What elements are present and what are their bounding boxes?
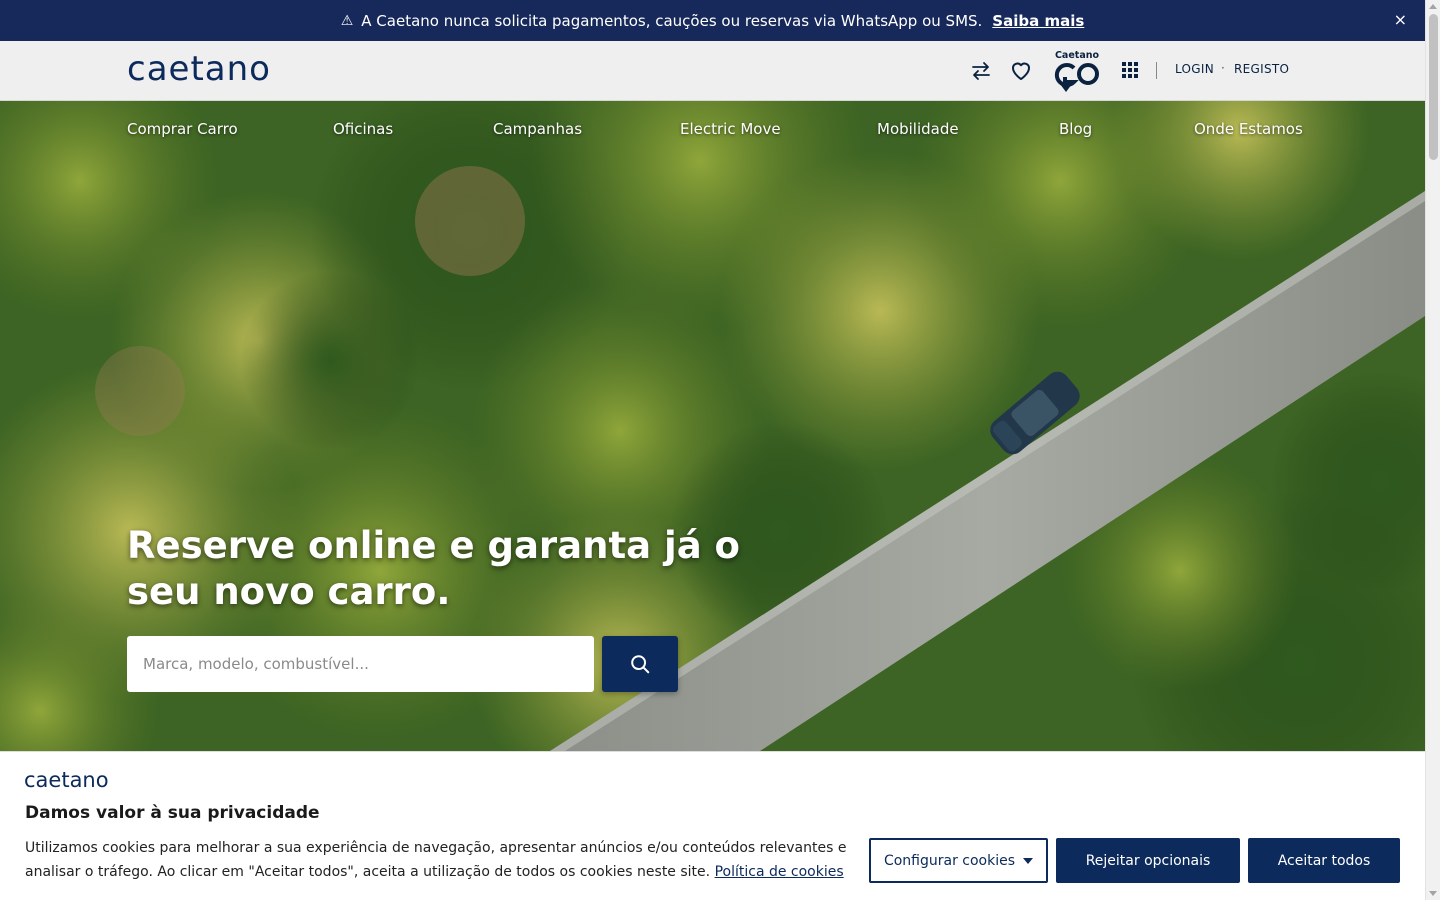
nav-blog[interactable]: Blog: [1059, 120, 1092, 138]
caetano-logo[interactable]: caetano: [127, 49, 287, 89]
svg-text:Caetano: Caetano: [1055, 50, 1100, 61]
heart-icon[interactable]: [1009, 59, 1033, 83]
alert-text: A Caetano nunca solicita pagamentos, cau…: [361, 11, 983, 30]
saiba-mais-link[interactable]: Saiba mais: [992, 12, 1084, 30]
nav-campanhas[interactable]: Campanhas: [493, 120, 582, 138]
caret-down-icon: [1023, 857, 1034, 864]
main-nav: Comprar Carro Oficinas Campanhas Electri…: [0, 101, 1425, 157]
nav-electric-move[interactable]: Electric Move: [680, 120, 781, 138]
warning-icon: ⚠: [340, 12, 354, 29]
search-button[interactable]: [602, 636, 678, 692]
scroll-thumb[interactable]: [1429, 14, 1438, 160]
hero-section: Comprar Carro Oficinas Campanhas Electri…: [0, 101, 1425, 751]
page-scrollbar[interactable]: [1425, 0, 1440, 900]
nav-onde-estamos[interactable]: Onde Estamos: [1194, 120, 1303, 138]
caetano-go-logo[interactable]: Caetano: [1052, 48, 1102, 94]
accept-all-button[interactable]: Aceitar todos: [1248, 838, 1400, 883]
search-input[interactable]: [127, 636, 594, 692]
alert-banner: ⚠ A Caetano nunca solicita pagamentos, c…: [0, 0, 1425, 41]
search-icon: [631, 655, 650, 674]
close-alert-icon[interactable]: ×: [1394, 10, 1407, 29]
header-divider: [1156, 62, 1157, 79]
nav-mobilidade[interactable]: Mobilidade: [877, 120, 959, 138]
apps-grid-icon[interactable]: [1122, 62, 1138, 78]
cookie-description: Utilizamos cookies para melhorar a sua e…: [25, 840, 847, 880]
site-header: caetano Caetano LOGIN · REGISTO: [0, 41, 1425, 101]
cookie-title: Damos valor à sua privacidade: [25, 803, 320, 823]
cookie-caetano-logo: caetano: [24, 768, 109, 792]
scroll-up-icon[interactable]: [1429, 4, 1437, 9]
svg-text:caetano: caetano: [24, 768, 109, 792]
register-link[interactable]: REGISTO: [1234, 62, 1289, 76]
cookie-banner: caetano Damos valor à sua privacidade Ut…: [0, 751, 1425, 900]
header-dot-separator: ·: [1221, 61, 1225, 75]
svg-text:caetano: caetano: [127, 49, 271, 89]
cookie-policy-link[interactable]: Política de cookies: [715, 864, 844, 880]
configure-cookies-button[interactable]: Configurar cookies: [869, 838, 1048, 883]
hero-headline: Reserve online e garanta já o seu novo c…: [127, 524, 740, 613]
compare-arrows-icon[interactable]: [969, 59, 993, 83]
login-link[interactable]: LOGIN: [1175, 62, 1214, 76]
nav-comprar-carro[interactable]: Comprar Carro: [127, 120, 238, 138]
scroll-down-icon[interactable]: [1429, 891, 1437, 896]
nav-oficinas[interactable]: Oficinas: [333, 120, 393, 138]
reject-optional-button[interactable]: Rejeitar opcionais: [1056, 838, 1240, 883]
